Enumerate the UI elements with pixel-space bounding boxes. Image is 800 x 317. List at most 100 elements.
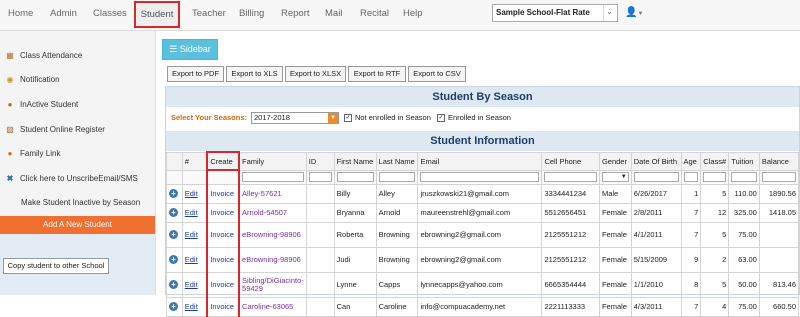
- expand-plus-icon[interactable]: +: [169, 302, 178, 311]
- school-select[interactable]: Sample School-Flat Rate ⌄: [492, 4, 618, 22]
- balance-cell: 1418.05: [758, 202, 800, 223]
- column-header-email[interactable]: Email: [417, 151, 543, 171]
- edit-cell: Edit: [181, 202, 208, 223]
- edit-link[interactable]: Edit: [185, 302, 198, 311]
- nav-home[interactable]: Home: [8, 0, 33, 30]
- column-header-age[interactable]: Age: [680, 151, 702, 171]
- balance-filter-input[interactable]: [761, 172, 796, 182]
- family-icon: ●: [7, 148, 13, 158]
- nav-classes[interactable]: Classes: [93, 0, 127, 30]
- phone-filter-input[interactable]: [544, 172, 597, 182]
- invoice-link[interactable]: Invoice: [210, 208, 234, 217]
- nav-student[interactable]: Student: [134, 1, 180, 28]
- id-filter-input[interactable]: [308, 172, 332, 182]
- create-cell: Invoice: [206, 296, 241, 317]
- family-cell: eBrowning-98906: [238, 246, 307, 273]
- edit-link[interactable]: Edit: [185, 230, 198, 239]
- family-cell: Alley-57621: [238, 183, 307, 204]
- export-xlsx-button[interactable]: Export to XLSX: [285, 66, 346, 82]
- family-link[interactable]: eBrowning-98906: [242, 255, 304, 264]
- export-pdf-button[interactable]: Export to PDF: [167, 66, 224, 82]
- export-rtf-button[interactable]: Export to RTF: [348, 66, 406, 82]
- last-name-filter-input[interactable]: [378, 172, 416, 182]
- nav-teacher[interactable]: Teacher: [192, 0, 226, 30]
- sidebar-toggle-button[interactable]: ☰ Sidebar: [162, 39, 218, 60]
- family-link[interactable]: Alley-57621: [242, 189, 304, 198]
- season-select[interactable]: 2017-2018 ▼: [251, 112, 339, 124]
- export-csv-button[interactable]: Export to CSV: [408, 66, 466, 82]
- expand-cell: +: [166, 183, 183, 204]
- class-count-cell: 12: [700, 202, 730, 223]
- age-filter-input[interactable]: [683, 172, 699, 182]
- column-header-cell-phone[interactable]: Cell Phone: [541, 151, 600, 171]
- class-filter-input[interactable]: [703, 172, 727, 182]
- expand-plus-icon[interactable]: +: [169, 208, 178, 217]
- tuition-cell: 110.00: [728, 183, 760, 204]
- gender-filter-select[interactable]: ▼: [601, 172, 629, 182]
- sidebar-item-make-inactive[interactable]: Make Student Inactive by Season: [21, 196, 140, 210]
- first-name-cell: Can: [333, 296, 377, 317]
- column-header-balance[interactable]: Balance: [758, 151, 800, 171]
- sidebar-item-inactive-student[interactable]: ● InActive Student: [4, 98, 79, 112]
- column-header-last-name[interactable]: Last Name: [375, 151, 419, 171]
- column-header-number[interactable]: #: [181, 151, 208, 171]
- expand-plus-icon[interactable]: +: [169, 280, 178, 289]
- export-xls-button[interactable]: Export to XLS: [226, 66, 283, 82]
- invoice-link[interactable]: Invoice: [210, 280, 234, 289]
- column-header-gender[interactable]: Gender: [598, 151, 632, 171]
- column-header-family[interactable]: Family: [238, 151, 307, 171]
- enrolled-checkbox[interactable]: ✓: [437, 114, 445, 122]
- column-header-dob[interactable]: Date Of Birth: [630, 151, 682, 171]
- sidebar-item-class-attendance[interactable]: ▦ Class Attendance: [4, 49, 82, 63]
- expand-plus-icon[interactable]: +: [169, 230, 178, 239]
- dob-filter-input[interactable]: [633, 172, 679, 182]
- nav-report[interactable]: Report: [281, 0, 310, 30]
- expand-plus-icon[interactable]: +: [169, 255, 178, 264]
- column-header-class-count[interactable]: Class#: [700, 151, 730, 171]
- nav-mail[interactable]: Mail: [325, 0, 342, 30]
- column-header-create[interactable]: Create: [206, 151, 241, 171]
- filter-cell: [758, 169, 800, 185]
- nav-help[interactable]: Help: [403, 0, 423, 30]
- invoice-link[interactable]: Invoice: [210, 230, 234, 239]
- id-cell: [305, 271, 335, 298]
- edit-link[interactable]: Edit: [185, 255, 198, 264]
- edit-link[interactable]: Edit: [185, 280, 198, 289]
- edit-cell: Edit: [181, 271, 208, 298]
- student-table: # Create Family ID First Name Last Name …: [166, 151, 800, 317]
- edit-link[interactable]: Edit: [185, 208, 198, 217]
- family-link[interactable]: Arnold-54507: [242, 208, 304, 217]
- expand-plus-icon[interactable]: +: [169, 189, 178, 198]
- dob-cell: 4/3/2011: [630, 296, 682, 317]
- sidebar-item-family-link[interactable]: ● Family Link: [4, 147, 61, 161]
- user-menu[interactable]: 👤▼: [625, 7, 643, 18]
- tuition-filter-input[interactable]: [731, 172, 757, 182]
- nav-billing[interactable]: Billing: [239, 0, 264, 30]
- copy-student-button[interactable]: Copy student to other School: [3, 258, 109, 274]
- sidebar-item-notification[interactable]: ◉ Notification: [4, 73, 60, 87]
- first-name-filter-input[interactable]: [336, 172, 374, 182]
- not-enrolled-checkbox[interactable]: ✓: [344, 114, 352, 122]
- email-cell: maureenstrehl@gmail.com: [417, 202, 543, 223]
- sidebar-item-unsubscribe[interactable]: ✖ Click here to UnscribeEmail/SMS: [4, 172, 138, 186]
- column-header-id[interactable]: ID: [305, 151, 335, 171]
- column-header-tuition[interactable]: Tuition: [728, 151, 760, 171]
- column-header-first-name[interactable]: First Name: [333, 151, 377, 171]
- balance-cell: 1890.56: [758, 183, 800, 204]
- nav-recital[interactable]: Recital: [360, 0, 389, 30]
- sidebar-item-online-register[interactable]: ▨ Student Online Register: [4, 123, 105, 137]
- family-link[interactable]: Sibling/DiGiacinto-59429: [242, 276, 304, 293]
- family-filter-input[interactable]: [242, 172, 304, 182]
- invoice-link[interactable]: Invoice: [210, 189, 234, 198]
- edit-link[interactable]: Edit: [185, 189, 198, 198]
- add-new-student-button[interactable]: Add A New Student: [0, 216, 155, 234]
- tuition-cell: 50.00: [728, 271, 760, 298]
- invoice-link[interactable]: Invoice: [210, 255, 234, 264]
- invoice-link[interactable]: Invoice: [210, 302, 234, 311]
- phone-cell: 2221113333: [541, 296, 600, 317]
- nav-admin[interactable]: Admin: [50, 0, 77, 30]
- family-link[interactable]: eBrowning-98906: [242, 230, 304, 239]
- email-filter-input[interactable]: [420, 172, 540, 182]
- family-link[interactable]: Caroline-63065: [242, 302, 304, 311]
- tuition-cell: 75.00: [728, 221, 760, 248]
